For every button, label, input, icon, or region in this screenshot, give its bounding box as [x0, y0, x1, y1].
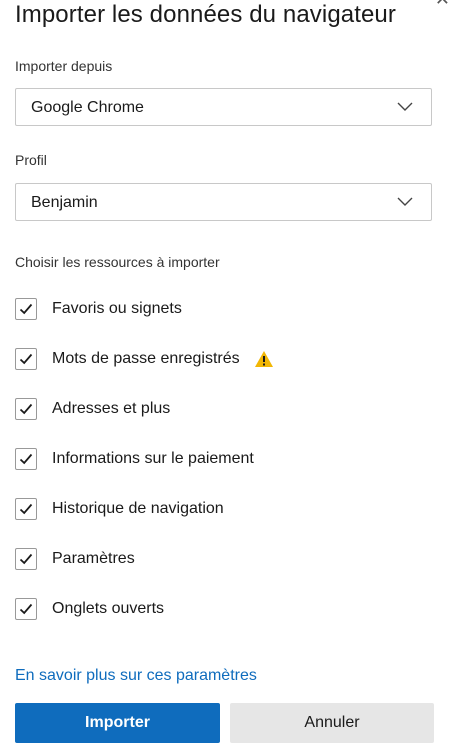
- resource-settings[interactable]: Paramètres: [15, 546, 135, 572]
- payment-info-checkbox[interactable]: [15, 448, 37, 470]
- payment-info-label: Informations sur le paiement: [52, 450, 254, 467]
- addresses-label: Adresses et plus: [52, 400, 171, 417]
- checkmark-icon: [19, 453, 33, 465]
- learn-more-link[interactable]: En savoir plus sur ces paramètres: [15, 667, 257, 685]
- checkmark-icon: [19, 353, 33, 365]
- open-tabs-label: Onglets ouverts: [52, 600, 165, 617]
- passwords-checkbox[interactable]: [15, 348, 37, 370]
- chevron-down-icon: [397, 102, 413, 111]
- import-from-value: Google Chrome: [31, 99, 144, 116]
- resource-passwords[interactable]: Mots de passe enregistrés: [15, 346, 274, 372]
- checkmark-icon: [19, 603, 33, 615]
- passwords-label: Mots de passe enregistrés: [52, 350, 240, 367]
- warning-icon[interactable]: [254, 350, 274, 368]
- dialog-title: Importer les données du navigateur: [15, 1, 396, 28]
- close-icon[interactable]: ✕: [435, 0, 450, 8]
- checkmark-icon: [19, 403, 33, 415]
- resource-history[interactable]: Historique de navigation: [15, 496, 224, 522]
- resource-addresses[interactable]: Adresses et plus: [15, 396, 170, 422]
- history-label: Historique de navigation: [52, 500, 224, 517]
- checkmark-icon: [19, 303, 33, 315]
- cancel-button[interactable]: Annuler: [230, 703, 434, 743]
- import-button[interactable]: Importer: [15, 703, 220, 743]
- open-tabs-checkbox[interactable]: [15, 598, 37, 620]
- profile-label: Profil: [15, 152, 47, 168]
- resources-label: Choisir les ressources à importer: [15, 254, 220, 270]
- chevron-down-icon: [397, 197, 413, 206]
- profile-dropdown[interactable]: Benjamin: [15, 183, 432, 221]
- addresses-checkbox[interactable]: [15, 398, 37, 420]
- resource-favorites[interactable]: Favoris ou signets: [15, 296, 182, 322]
- import-from-label: Importer depuis: [15, 58, 113, 74]
- checkmark-icon: [19, 553, 33, 565]
- import-browser-data-dialog: ✕ Importer les données du navigateur Imp…: [0, 0, 466, 752]
- profile-value: Benjamin: [31, 194, 98, 211]
- import-from-dropdown[interactable]: Google Chrome: [15, 88, 432, 126]
- settings-label: Paramètres: [52, 550, 135, 567]
- resource-payment-info[interactable]: Informations sur le paiement: [15, 446, 254, 472]
- favorites-label: Favoris ou signets: [52, 300, 182, 317]
- checkmark-icon: [19, 503, 33, 515]
- resource-open-tabs[interactable]: Onglets ouverts: [15, 596, 164, 622]
- favorites-checkbox[interactable]: [15, 298, 37, 320]
- settings-checkbox[interactable]: [15, 548, 37, 570]
- history-checkbox[interactable]: [15, 498, 37, 520]
